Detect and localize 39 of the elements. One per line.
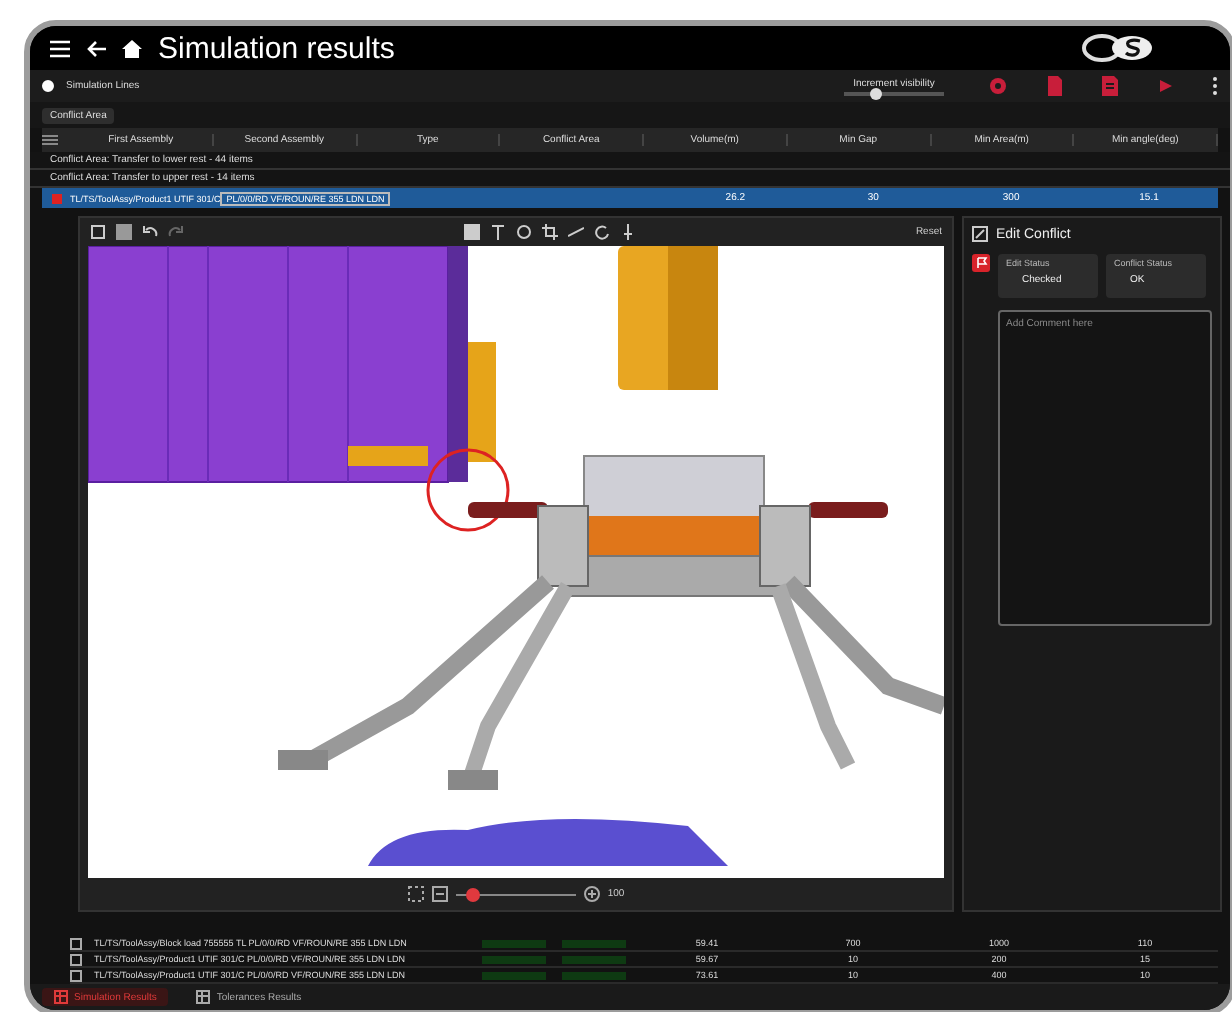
slider-thumb[interactable] [870,87,883,99]
checkbox[interactable] [70,953,82,966]
status-bar-mark [482,971,546,980]
menu-icon[interactable] [50,39,70,57]
page-title: Simulation results [158,31,395,65]
status-bar-mark [562,971,626,980]
file-icon[interactable] [1100,76,1120,96]
text-tool-icon[interactable] [489,224,506,240]
status-bar-mark [562,939,626,948]
status-bar-mark [482,939,546,948]
zoom-out-icon[interactable] [431,886,448,903]
edit-icon [972,226,988,242]
more-options-icon[interactable] [1212,76,1218,96]
shape-tool-icon[interactable] [515,224,532,240]
slider-thumb[interactable] [466,887,481,902]
zoom-in-icon[interactable] [583,886,600,903]
measure-icon[interactable] [567,224,584,240]
square-icon[interactable] [463,224,480,240]
status-bar-mark [562,955,626,964]
undo-icon[interactable] [142,224,158,240]
fit-view-icon[interactable] [407,886,424,903]
flag-icon[interactable] [972,254,990,272]
arrow-right-icon[interactable] [1156,76,1176,96]
column-menu-icon[interactable] [42,134,58,146]
table-icon [196,990,211,1005]
document-icon[interactable] [1044,76,1064,96]
rotate-icon[interactable] [593,224,610,240]
status-square-icon [52,193,62,203]
status-bar-mark [482,955,546,964]
redo-icon[interactable] [168,224,184,240]
target-icon[interactable] [988,76,1008,96]
crop-icon[interactable] [541,224,558,240]
checkbox[interactable] [70,969,82,982]
radio-button[interactable] [42,80,54,92]
home-icon[interactable] [122,39,142,57]
checkbox[interactable] [70,937,82,950]
table-icon [54,990,68,1005]
back-arrow-icon[interactable] [86,39,106,57]
logo-icon [1082,34,1154,62]
